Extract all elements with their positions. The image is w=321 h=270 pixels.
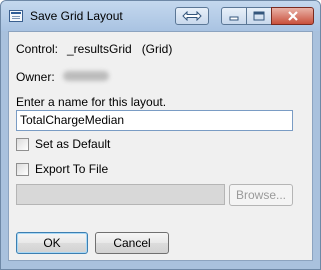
- browse-button[interactable]: Browse...: [229, 184, 293, 206]
- control-label: Control:: [16, 42, 59, 56]
- layout-name-input[interactable]: TotalChargeMedian: [16, 110, 293, 131]
- window-title: Save Grid Layout: [30, 9, 123, 23]
- swap-arrows-icon: [182, 11, 202, 21]
- cancel-button[interactable]: Cancel: [95, 232, 169, 254]
- save-grid-layout-dialog: Save Grid Layout Control: _resultsGrid (…: [0, 0, 321, 270]
- set-default-checkbox[interactable]: [16, 138, 29, 151]
- export-to-file-checkbox[interactable]: [16, 163, 29, 176]
- minimize-icon: [229, 16, 239, 21]
- maximize-button[interactable]: [246, 7, 272, 25]
- control-value: _resultsGrid (Grid): [67, 42, 173, 56]
- grid-app-icon: [9, 10, 23, 22]
- maximize-icon: [253, 11, 265, 21]
- swap-button[interactable]: [175, 7, 209, 25]
- title-bar[interactable]: Save Grid Layout: [1, 1, 320, 31]
- minimize-button[interactable]: [221, 7, 247, 25]
- export-to-file-label[interactable]: Export To File: [35, 162, 108, 176]
- dialog-body: Control: _resultsGrid (Grid) Owner: Ente…: [8, 31, 313, 261]
- close-icon: [287, 11, 298, 21]
- set-default-label[interactable]: Set as Default: [35, 137, 110, 151]
- ok-button[interactable]: OK: [16, 232, 88, 254]
- close-button[interactable]: [271, 7, 314, 25]
- export-path-field[interactable]: [16, 184, 225, 205]
- owner-value-redacted: [63, 71, 109, 81]
- layout-name-prompt: Enter a name for this layout.: [16, 95, 167, 109]
- owner-label: Owner:: [16, 70, 55, 84]
